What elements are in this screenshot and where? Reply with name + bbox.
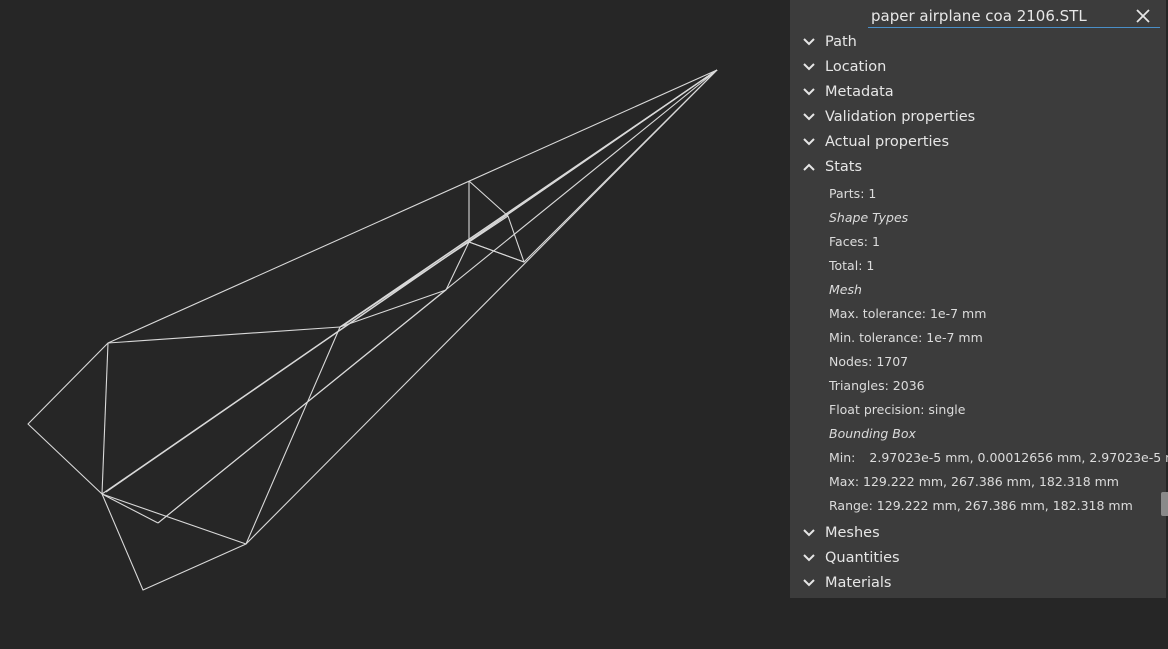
section-label: Materials	[825, 575, 892, 591]
chevron-down-icon	[803, 554, 815, 562]
stat-heading-mesh: Mesh	[829, 282, 862, 297]
stat-faces: Faces: 1	[829, 234, 880, 249]
stat-min: Min: 2.97023e-5 mm, 0.00012656 mm, 2.9702…	[790, 446, 1168, 470]
wireframe-edge	[339, 241, 470, 328]
properties-panel: paper airplane coa 2106.STL Path Locatio…	[790, 0, 1168, 598]
chevron-down-icon	[803, 138, 815, 146]
chevron-down-icon	[803, 529, 815, 537]
wireframe-model	[27, 69, 718, 591]
chevron-down-icon	[803, 63, 815, 71]
section-path[interactable]: Path	[790, 30, 1166, 55]
section-label: Validation properties	[825, 109, 976, 125]
section-materials[interactable]: Materials	[790, 571, 1166, 596]
wireframe-edge	[101, 326, 341, 545]
wireframe-edge	[523, 69, 718, 263]
chevron-down-icon	[803, 88, 815, 96]
close-icon[interactable]	[1134, 7, 1152, 25]
section-label: Path	[825, 34, 857, 50]
stat-max: Max: 129.222 mm, 267.386 mm, 182.318 mm	[829, 474, 1119, 489]
stat-min-tolerance: Min. tolerance: 1e-7 mm	[829, 330, 983, 345]
section-validation-properties[interactable]: Validation properties	[790, 105, 1166, 130]
wireframe-edge	[343, 69, 718, 326]
stat-float-precision: Float precision: single	[829, 402, 966, 417]
stat-min-value: 2.97023e-5 mm, 0.00012656 mm, 2.97023e-5…	[869, 450, 1168, 465]
wireframe-edge	[101, 493, 247, 591]
stat-min-label: Min:	[829, 450, 856, 465]
stat-triangles: Triangles: 2036	[829, 378, 925, 393]
section-label: Stats	[825, 159, 863, 175]
section-label: Meshes	[825, 525, 880, 541]
chevron-up-icon	[803, 163, 815, 171]
chevron-down-icon	[803, 113, 815, 121]
wireframe-edge	[101, 493, 159, 524]
panel-header: paper airplane coa 2106.STL	[790, 0, 1166, 30]
stat-range: Range: 129.222 mm, 267.386 mm, 182.318 m…	[829, 498, 1133, 513]
section-actual-properties[interactable]: Actual properties	[790, 130, 1166, 155]
chevron-down-icon	[803, 579, 815, 587]
wireframe-edge	[245, 69, 718, 545]
section-location[interactable]: Location	[790, 55, 1166, 80]
wireframe-edge	[468, 241, 525, 263]
section-quantities[interactable]: Quantities	[790, 546, 1166, 571]
section-label: Location	[825, 59, 887, 75]
stat-parts: Parts: 1	[829, 186, 877, 201]
section-label: Actual properties	[825, 134, 950, 150]
wireframe-edge	[107, 326, 341, 344]
section-stats[interactable]: Stats	[790, 155, 1166, 180]
stat-heading-bounding-box: Bounding Box	[829, 426, 916, 441]
wireframe-edge	[101, 342, 109, 495]
stat-heading-shape-types: Shape Types	[829, 210, 909, 225]
stat-total: Total: 1	[829, 258, 875, 273]
chevron-down-icon	[803, 38, 815, 46]
stat-nodes: Nodes: 1707	[829, 354, 909, 369]
stats-content: Parts: 1 Shape Types Faces: 1 Total: 1 M…	[790, 180, 1168, 518]
title-underline	[868, 27, 1160, 28]
wireframe-edge	[27, 69, 718, 495]
file-title[interactable]: paper airplane coa 2106.STL	[871, 7, 1087, 25]
stat-max-tolerance: Max. tolerance: 1e-7 mm	[829, 306, 987, 321]
scroll-handle[interactable]	[1161, 492, 1168, 516]
section-metadata[interactable]: Metadata	[790, 80, 1166, 105]
section-meshes[interactable]: Meshes	[790, 521, 1166, 546]
section-label: Quantities	[825, 550, 900, 566]
section-label: Metadata	[825, 84, 894, 100]
